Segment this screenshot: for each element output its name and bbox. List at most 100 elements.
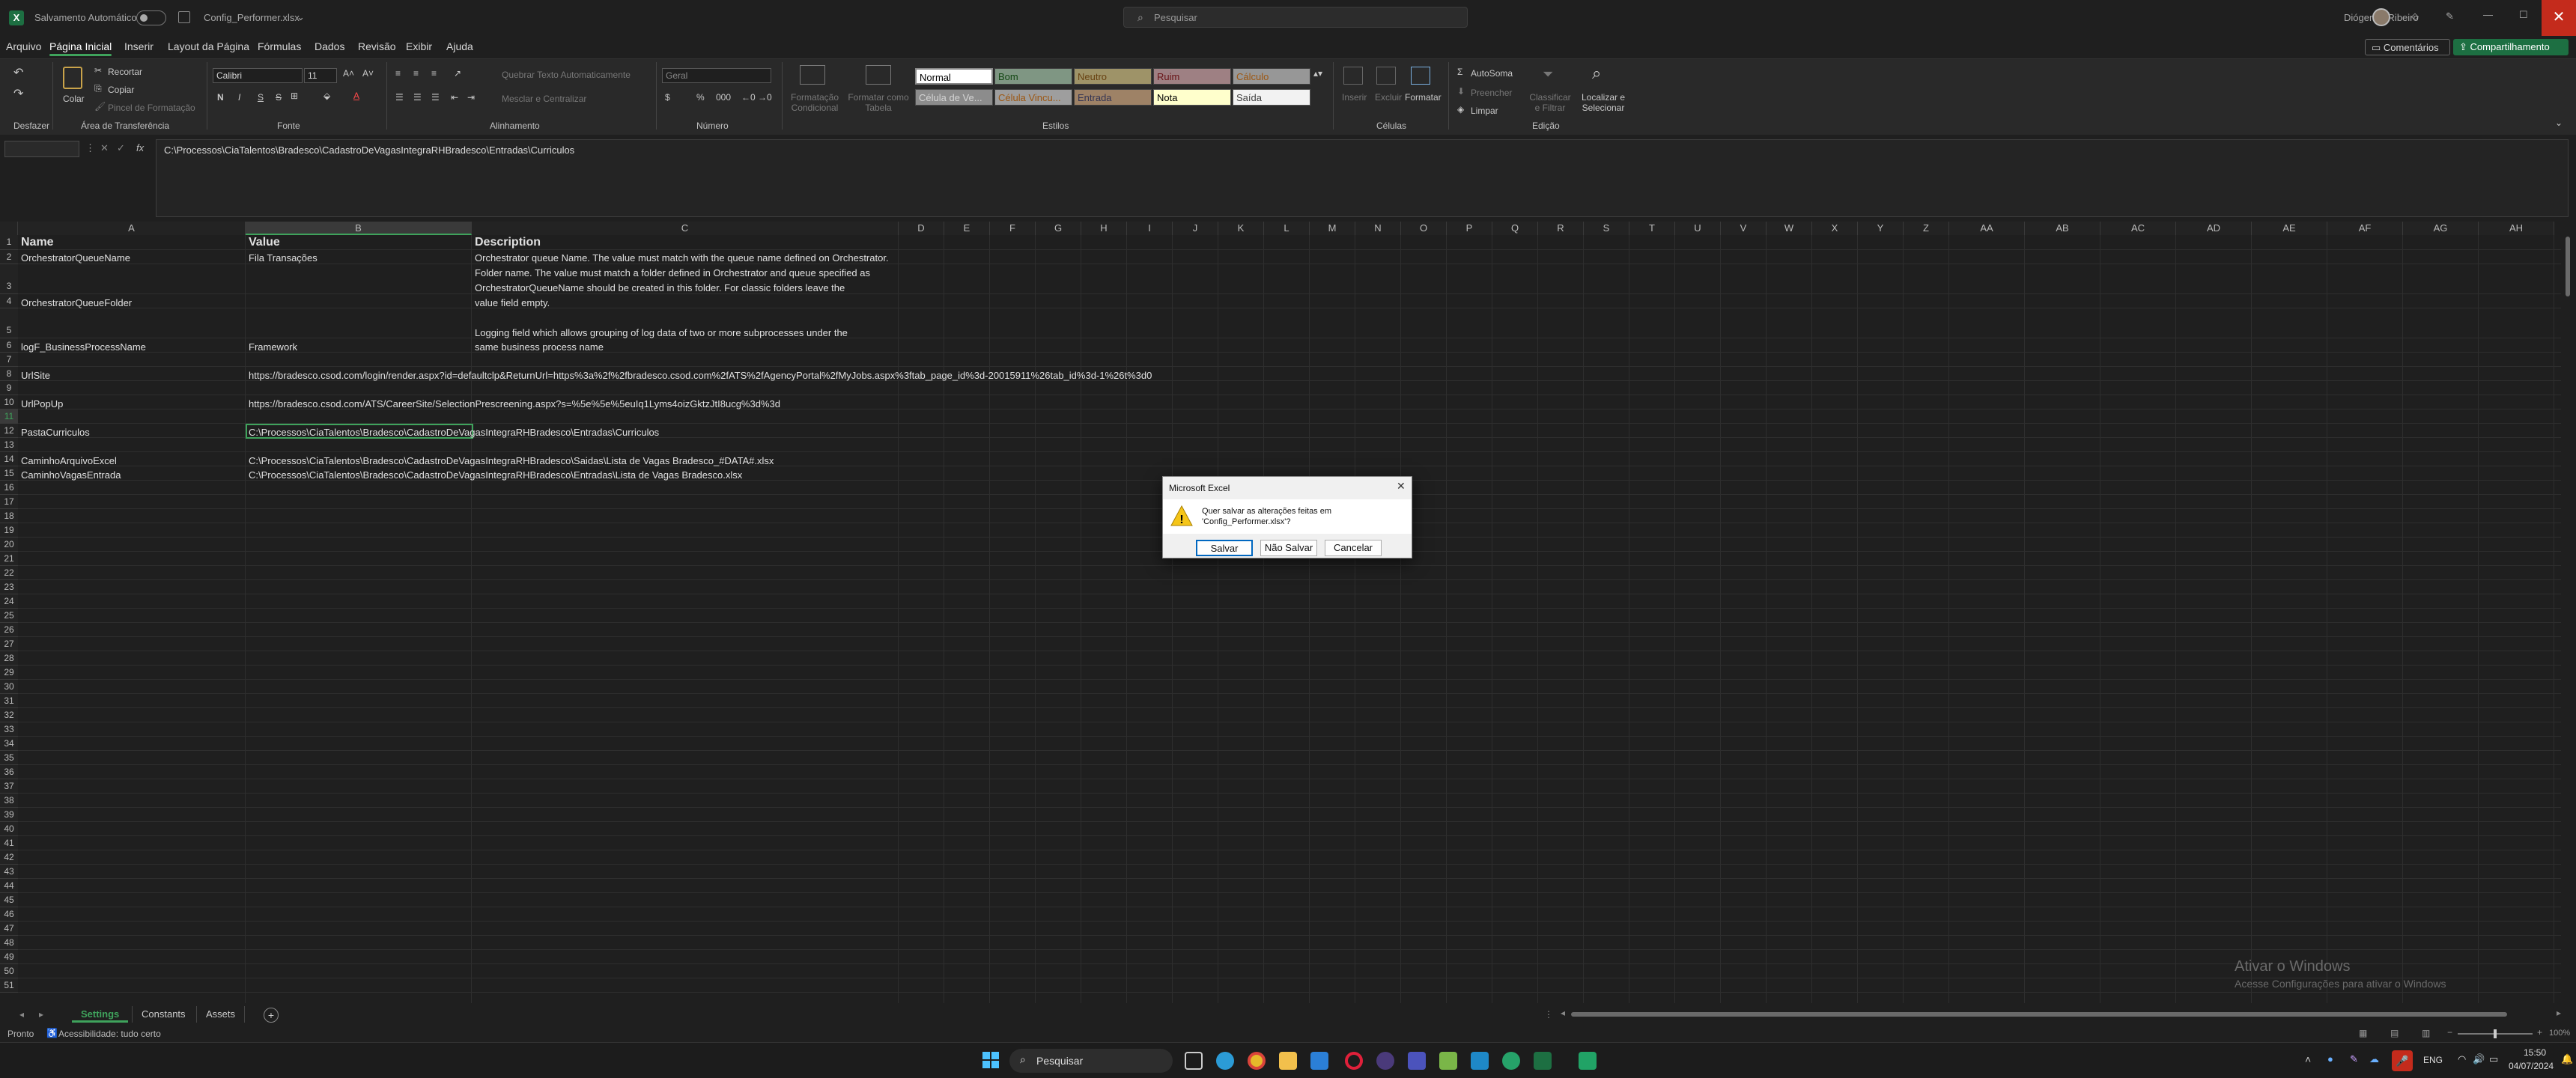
- styles-scroll-icon[interactable]: ▴▾: [1313, 68, 1322, 79]
- style-celula-vinculada[interactable]: Célula Vincu...: [994, 89, 1072, 106]
- worksheet-grid[interactable]: A B C D E F G H I J K L M N O P Q R S T U V W X Y Z AA AB AC AD AE AF AG…: [0, 222, 2561, 1003]
- column-header-c[interactable]: C: [472, 222, 899, 235]
- column-header-d[interactable]: D: [899, 222, 944, 235]
- menu-arquivo[interactable]: Arquivo: [6, 40, 41, 52]
- column-header-b[interactable]: B: [246, 222, 472, 235]
- dec-inc-icon[interactable]: ←0: [741, 92, 756, 103]
- column-header-n[interactable]: N: [1355, 222, 1401, 235]
- italic-button[interactable]: I: [238, 92, 240, 103]
- shrink-font-icon[interactable]: A˅: [362, 68, 374, 79]
- close-button[interactable]: ✕: [2542, 0, 2576, 36]
- column-header-u[interactable]: U: [1675, 222, 1721, 235]
- align-center-icon[interactable]: ☰: [413, 92, 422, 103]
- cell-b5[interactable]: Framework: [249, 341, 297, 353]
- underline-button[interactable]: S: [258, 92, 264, 103]
- column-header-t[interactable]: T: [1629, 222, 1675, 235]
- row-header-13[interactable]: 13: [0, 438, 18, 452]
- row-header-10[interactable]: 10: [0, 395, 18, 409]
- page-break-icon[interactable]: ▥: [2422, 1028, 2430, 1038]
- percent-icon[interactable]: %: [696, 92, 705, 103]
- column-header-m[interactable]: M: [1310, 222, 1355, 235]
- formula-input[interactable]: C:\Processos\CiaTalentos\Bradesco\Cadast…: [156, 139, 2569, 217]
- column-header-k[interactable]: K: [1218, 222, 1264, 235]
- excel-green-app-icon[interactable]: [1579, 1052, 1597, 1070]
- wifi-icon[interactable]: ◠: [2458, 1053, 2466, 1065]
- autosum-button[interactable]: AutoSoma: [1471, 68, 1513, 79]
- share-button[interactable]: ⇪ Compartilhamento: [2453, 39, 2569, 55]
- menu-pagina-inicial[interactable]: Página Inicial: [49, 40, 112, 56]
- column-header-r[interactable]: R: [1538, 222, 1584, 235]
- menu-ajuda[interactable]: Ajuda: [446, 40, 473, 52]
- row-header-18[interactable]: 18: [0, 509, 18, 523]
- row-header-41[interactable]: 41: [0, 836, 18, 850]
- chevron-down-icon[interactable]: ⌄: [297, 11, 305, 23]
- column-header-ab[interactable]: AB: [2025, 222, 2100, 235]
- find-select-button[interactable]: Localizar e Selecionar: [1579, 92, 1628, 113]
- windows-start-icon[interactable]: [982, 1052, 999, 1068]
- style-bom[interactable]: Bom: [994, 68, 1072, 85]
- number-format-select[interactable]: Geral: [662, 68, 771, 83]
- add-sheet-button[interactable]: +: [264, 1008, 279, 1023]
- cell-a11[interactable]: PastaCurriculos: [21, 427, 90, 439]
- maximize-icon[interactable]: ☐: [2519, 9, 2528, 21]
- dec-dec-icon[interactable]: →0: [758, 92, 772, 103]
- row-header-36[interactable]: 36: [0, 765, 18, 779]
- clock-date[interactable]: 04/07/2024: [2509, 1061, 2554, 1071]
- zoom-level[interactable]: 100%: [2549, 1029, 2570, 1038]
- row-header-26[interactable]: 26: [0, 623, 18, 637]
- row-header-6[interactable]: 6: [0, 338, 18, 353]
- row-header-29[interactable]: 29: [0, 666, 18, 680]
- row-header-14[interactable]: 14: [0, 452, 18, 466]
- column-header-f[interactable]: F: [990, 222, 1036, 235]
- row-header-25[interactable]: 25: [0, 609, 18, 623]
- row-header-51[interactable]: 51: [0, 978, 18, 993]
- header-name[interactable]: Name: [21, 237, 54, 249]
- cell-c3-line2[interactable]: OrchestratorQueueName should be created …: [475, 282, 845, 294]
- column-header-ac[interactable]: AC: [2100, 222, 2176, 235]
- row-header-4[interactable]: 4: [0, 294, 18, 308]
- battery-icon[interactable]: ▭: [2489, 1053, 2498, 1065]
- fx-icon[interactable]: fx: [136, 142, 144, 153]
- chrome-icon[interactable]: [1248, 1052, 1266, 1070]
- cell-c3-line3[interactable]: value field empty.: [475, 297, 550, 309]
- row-header-32[interactable]: 32: [0, 708, 18, 722]
- cancel-button[interactable]: Cancelar: [1325, 540, 1382, 556]
- page-layout-icon[interactable]: ▤: [2390, 1028, 2399, 1038]
- row-header-49[interactable]: 49: [0, 950, 18, 964]
- row-header-33[interactable]: 33: [0, 722, 18, 737]
- sheet-tab-settings[interactable]: Settings: [72, 1006, 129, 1023]
- align-left-icon[interactable]: ☰: [395, 92, 404, 103]
- column-header-s[interactable]: S: [1584, 222, 1629, 235]
- zoom-out-icon[interactable]: −: [2447, 1027, 2452, 1038]
- paste-icon[interactable]: [63, 67, 82, 89]
- row-header-7[interactable]: 7: [0, 353, 18, 367]
- more-icon[interactable]: ⋮: [85, 142, 95, 154]
- row-header-34[interactable]: 34: [0, 737, 18, 751]
- column-header-h[interactable]: H: [1081, 222, 1127, 235]
- cond-format-button[interactable]: Formatação Condicional: [785, 92, 845, 113]
- row-header-16[interactable]: 16: [0, 481, 18, 495]
- row-header-12[interactable]: 12: [0, 424, 18, 438]
- strike-button[interactable]: S: [276, 92, 282, 103]
- next-sheet-icon[interactable]: ▸: [39, 1009, 43, 1020]
- search-box[interactable]: ⌕ Pesquisar: [1123, 7, 1468, 28]
- column-header-ah[interactable]: AH: [2479, 222, 2554, 235]
- grow-font-icon[interactable]: A˄: [343, 68, 354, 79]
- cell-c5-line2[interactable]: same business process name: [475, 341, 604, 353]
- row-header-5[interactable]: 5: [0, 308, 18, 338]
- menu-revisao[interactable]: Revisão: [358, 40, 396, 52]
- column-header-o[interactable]: O: [1401, 222, 1447, 235]
- row-header-45[interactable]: 45: [0, 893, 18, 907]
- vertical-scrollbar[interactable]: [2561, 222, 2576, 1003]
- column-header-aa[interactable]: AA: [1949, 222, 2025, 235]
- row-header-30[interactable]: 30: [0, 680, 18, 694]
- row-header-27[interactable]: 27: [0, 637, 18, 651]
- row-header-31[interactable]: 31: [0, 694, 18, 708]
- paste-button[interactable]: Colar: [63, 94, 85, 104]
- column-header-l[interactable]: L: [1264, 222, 1310, 235]
- menu-inserir[interactable]: Inserir: [124, 40, 154, 52]
- row-header-46[interactable]: 46: [0, 907, 18, 922]
- language-indicator[interactable]: ENG: [2423, 1055, 2443, 1065]
- dont-save-button[interactable]: Não Salvar: [1260, 540, 1317, 556]
- cell-b9[interactable]: https://bradesco.csod.com/ATS/CareerSite…: [249, 398, 780, 410]
